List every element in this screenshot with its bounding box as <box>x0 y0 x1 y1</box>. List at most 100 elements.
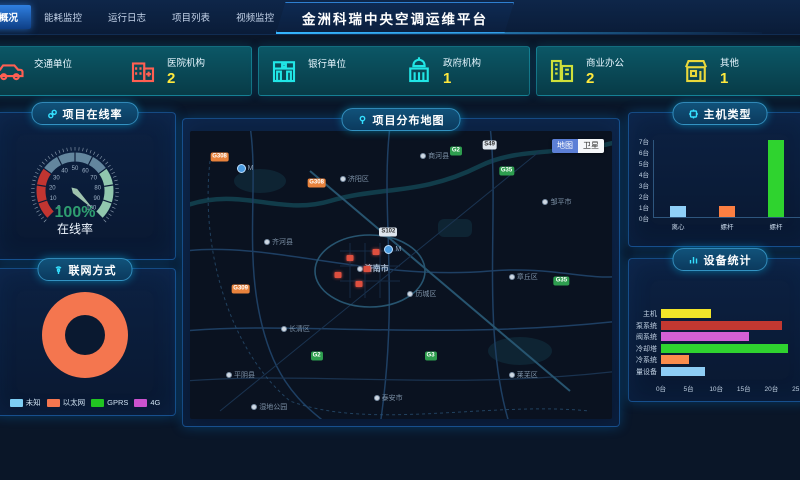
project-marker-red[interactable] <box>347 255 354 261</box>
panel-title: 设备统计 <box>704 252 752 268</box>
nav-tab-概况[interactable]: 概况 <box>0 5 31 29</box>
bar-阀系统 <box>661 332 749 341</box>
legend-swatch <box>47 399 60 407</box>
x-axis-tick: 20台 <box>762 383 780 393</box>
panel-header-map: 项目分布地图 <box>342 108 461 131</box>
town-dot <box>281 326 287 332</box>
svg-text:20: 20 <box>49 185 56 191</box>
svg-text:80: 80 <box>94 185 101 191</box>
stat-item-交通单位: 交通单位 <box>0 56 118 87</box>
town-label-邹平市: 邹平市 <box>542 197 571 207</box>
project-marker-red[interactable] <box>334 272 341 278</box>
stat-value: 2 <box>586 70 624 87</box>
svg-text:60: 60 <box>82 169 89 175</box>
project-marker-red[interactable] <box>364 266 371 272</box>
y-axis-tick: 3台 <box>629 180 649 190</box>
project-marker-blue[interactable]: M <box>237 164 254 173</box>
device-row-label: 冷系统 <box>631 355 657 365</box>
stat-label: 商业办公 <box>586 55 624 69</box>
bar-离心 <box>670 206 686 217</box>
legend-label: 以太网 <box>63 397 86 408</box>
road-badge-G308: G308 <box>210 152 229 161</box>
cpu-icon <box>689 109 699 119</box>
y-axis-tick: 6台 <box>629 147 649 157</box>
legend-item-4G[interactable]: 4G <box>134 397 160 408</box>
road-badge-G35: G35 <box>554 276 569 285</box>
stat-label: 政府机构 <box>443 55 481 69</box>
bar-冷却塔 <box>661 344 788 353</box>
town-dot <box>264 239 270 245</box>
nav-tab-视频监控[interactable]: 视频监控 <box>223 5 287 29</box>
svg-text:在线率: 在线率 <box>57 221 93 236</box>
stat-value <box>34 71 72 87</box>
town-label-商河县: 商河县 <box>420 151 449 161</box>
legend-item-未知[interactable]: 未知 <box>10 397 41 408</box>
stat-label: 银行单位 <box>308 56 346 70</box>
svg-text:50: 50 <box>72 166 79 172</box>
location-pin-icon <box>358 115 368 125</box>
x-axis-tick: 0台 <box>652 383 670 393</box>
road-badge-G2: G2 <box>311 351 323 360</box>
shop-icon <box>681 56 711 86</box>
stat-value: 1 <box>720 70 739 87</box>
stat-card-3: 商业办公2 其他1 <box>536 46 800 96</box>
stat-item-其他: 其他1 <box>671 55 800 87</box>
x-axis-label: 螺杆 <box>756 221 796 231</box>
legend-item-GPRS[interactable]: GPRS <box>91 397 128 408</box>
legend-label: 未知 <box>26 397 41 408</box>
map-canvas[interactable]: 济阳区商河县齐河县邹平市章丘区济南市历城区长清区平阴县泰安市莱芜区湿地公园G30… <box>190 131 612 419</box>
x-axis-tick: 5台 <box>680 383 698 393</box>
stat-value: 2 <box>167 70 205 87</box>
bar-螺杆 <box>719 206 735 217</box>
town-name: 历城区 <box>415 289 436 299</box>
town-label-湿地公园: 湿地公园 <box>251 402 287 412</box>
panel-header-host-type: 主机类型 <box>673 102 768 125</box>
device-row-label: 阀系统 <box>631 332 657 342</box>
town-name: 济阳区 <box>348 174 369 184</box>
project-marker-red[interactable] <box>372 249 379 255</box>
town-name: 章丘区 <box>517 272 538 282</box>
nav-tab-运行日志[interactable]: 运行日志 <box>95 5 159 29</box>
bar-主机 <box>661 309 711 318</box>
project-marker-red[interactable] <box>355 281 362 287</box>
legend-label: GPRS <box>107 398 128 407</box>
svg-text:100%: 100% <box>55 204 96 221</box>
nav-tab-项目列表[interactable]: 项目列表 <box>159 5 223 29</box>
y-axis-tick: 1台 <box>629 202 649 212</box>
office-icon <box>547 56 577 86</box>
town-dot <box>407 291 413 297</box>
town-name: 莱芜区 <box>517 370 538 380</box>
donut-hole <box>65 315 105 355</box>
map-control-卫星[interactable]: 卫星 <box>578 139 604 153</box>
panel-header-online-rate: 项目在线率 <box>32 102 139 125</box>
legend-label: 4G <box>150 398 160 407</box>
town-dot <box>226 372 232 378</box>
stat-card-2: 银行单位政府机构1 <box>258 46 530 96</box>
town-name: 齐河县 <box>272 237 293 247</box>
online-rate-gauge-chart: 0102030405060708090100100%在线率 <box>0 121 175 257</box>
map-control-地图[interactable]: 地图 <box>552 139 578 153</box>
blue-dot <box>237 164 246 173</box>
antenna-icon <box>54 265 64 275</box>
title-underline-accent <box>276 32 762 34</box>
road-badge-G3: G3 <box>425 351 437 360</box>
panel-device-stats: 设备统计 主机泵系统阀系统冷却塔冷系统量设备0台5台10台15台20台25台 <box>628 258 800 402</box>
project-marker-blue[interactable]: M <box>384 245 401 254</box>
nav-tab-能耗监控[interactable]: 能耗监控 <box>31 5 95 29</box>
town-label-章丘区: 章丘区 <box>509 272 538 282</box>
bar-量设备 <box>661 367 705 376</box>
stat-label: 医院机构 <box>167 55 205 69</box>
network-donut-area: 未知 以太网 GPRS 4G <box>0 283 175 413</box>
y-axis-tick: 7台 <box>629 136 649 146</box>
network-legend: 未知 以太网 GPRS 4G <box>0 397 175 408</box>
road-badge-G309: G309 <box>231 285 250 294</box>
x-axis-tick: 10台 <box>707 383 725 393</box>
town-label-齐河县: 齐河县 <box>264 237 293 247</box>
stat-label: 交通单位 <box>34 56 72 70</box>
town-label-泰安市: 泰安市 <box>374 393 403 403</box>
town-label-莱芜区: 莱芜区 <box>509 370 538 380</box>
town-name: 平阴县 <box>234 370 255 380</box>
town-dot <box>509 274 515 280</box>
legend-item-以太网[interactable]: 以太网 <box>47 397 86 408</box>
town-label-长清区: 长清区 <box>281 324 310 334</box>
